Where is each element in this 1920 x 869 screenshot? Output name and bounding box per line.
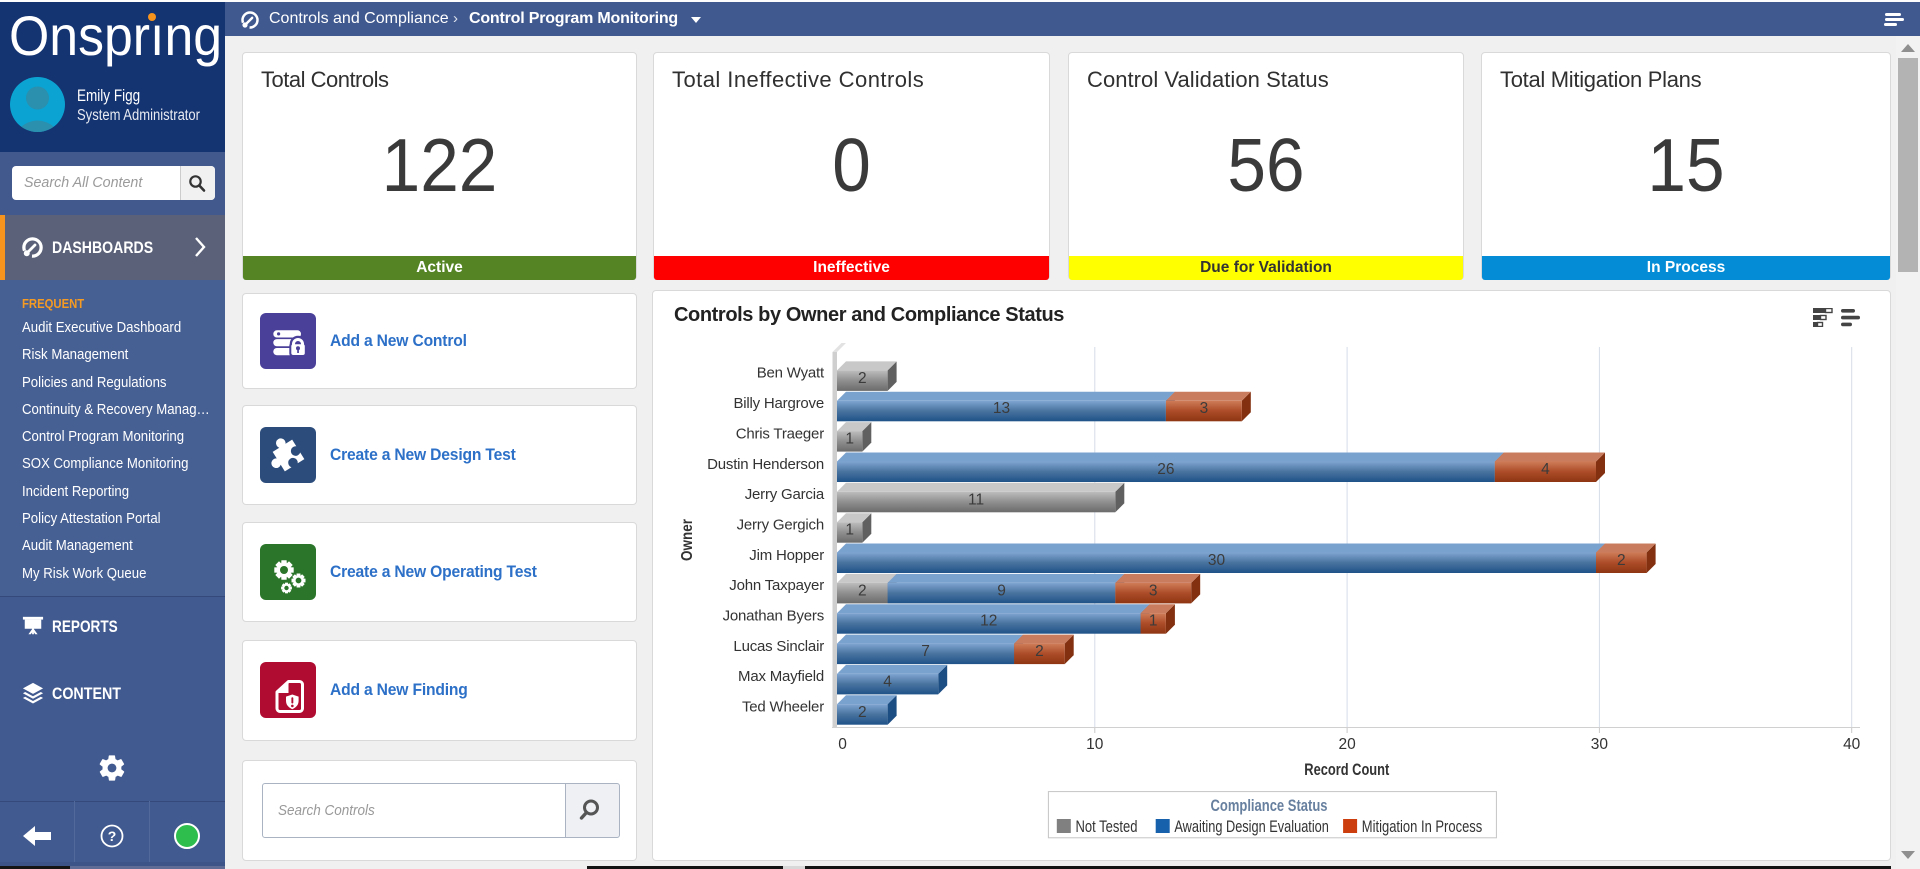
svg-text:Record Count: Record Count [1304, 761, 1389, 779]
svg-text:40: 40 [1843, 736, 1861, 753]
svg-text:20: 20 [1338, 736, 1356, 753]
svg-text:26: 26 [1157, 461, 1174, 478]
svg-text:4: 4 [1541, 461, 1550, 478]
svg-text:2: 2 [1035, 643, 1044, 660]
svg-text:10: 10 [1086, 736, 1104, 753]
svg-text:Ted Wheeler: Ted Wheeler [742, 699, 824, 716]
svg-text:2: 2 [1617, 552, 1626, 569]
svg-text:Ben Wyatt: Ben Wyatt [757, 365, 825, 382]
svg-text:Owner: Owner [679, 519, 696, 561]
svg-text:7: 7 [921, 643, 930, 660]
svg-text:1: 1 [1149, 613, 1158, 630]
svg-text:13: 13 [993, 400, 1010, 417]
svg-text:Chris Traeger: Chris Traeger [736, 425, 824, 442]
svg-text:Mitigation In Process: Mitigation In Process [1362, 818, 1483, 836]
svg-text:Billy Hargrove: Billy Hargrove [733, 395, 824, 412]
svg-text:Awaiting Design Evaluation: Awaiting Design Evaluation [1174, 818, 1329, 836]
svg-text:3: 3 [1200, 400, 1209, 417]
svg-text:2: 2 [858, 704, 867, 721]
svg-text:11: 11 [968, 491, 984, 508]
svg-text:Not Tested: Not Tested [1076, 818, 1138, 836]
svg-text:1: 1 [845, 431, 854, 448]
svg-text:Max Mayfield: Max Mayfield [738, 668, 824, 685]
svg-text:Jonathan Byers: Jonathan Byers [723, 608, 824, 625]
svg-text:30: 30 [1591, 736, 1609, 753]
svg-text:4: 4 [883, 673, 892, 690]
svg-text:1: 1 [845, 522, 854, 539]
svg-text:Jerry Gergich: Jerry Gergich [737, 517, 824, 534]
svg-text:9: 9 [997, 582, 1006, 599]
svg-text:Jim Hopper: Jim Hopper [749, 547, 824, 564]
svg-text:?: ? [108, 828, 117, 844]
svg-text:3: 3 [1149, 582, 1158, 599]
svg-text:30: 30 [1208, 552, 1226, 569]
svg-text:Dustin Henderson: Dustin Henderson [707, 456, 824, 473]
svg-text:Lucas Sinclair: Lucas Sinclair [733, 638, 824, 655]
svg-text:0: 0 [838, 736, 847, 753]
svg-text:John Taxpayer: John Taxpayer [729, 577, 824, 594]
svg-text:2: 2 [858, 370, 867, 387]
svg-text:2: 2 [858, 582, 867, 599]
svg-text:Compliance Status: Compliance Status [1211, 796, 1328, 815]
svg-text:Jerry Garcia: Jerry Garcia [745, 486, 825, 503]
svg-text:12: 12 [980, 613, 997, 630]
